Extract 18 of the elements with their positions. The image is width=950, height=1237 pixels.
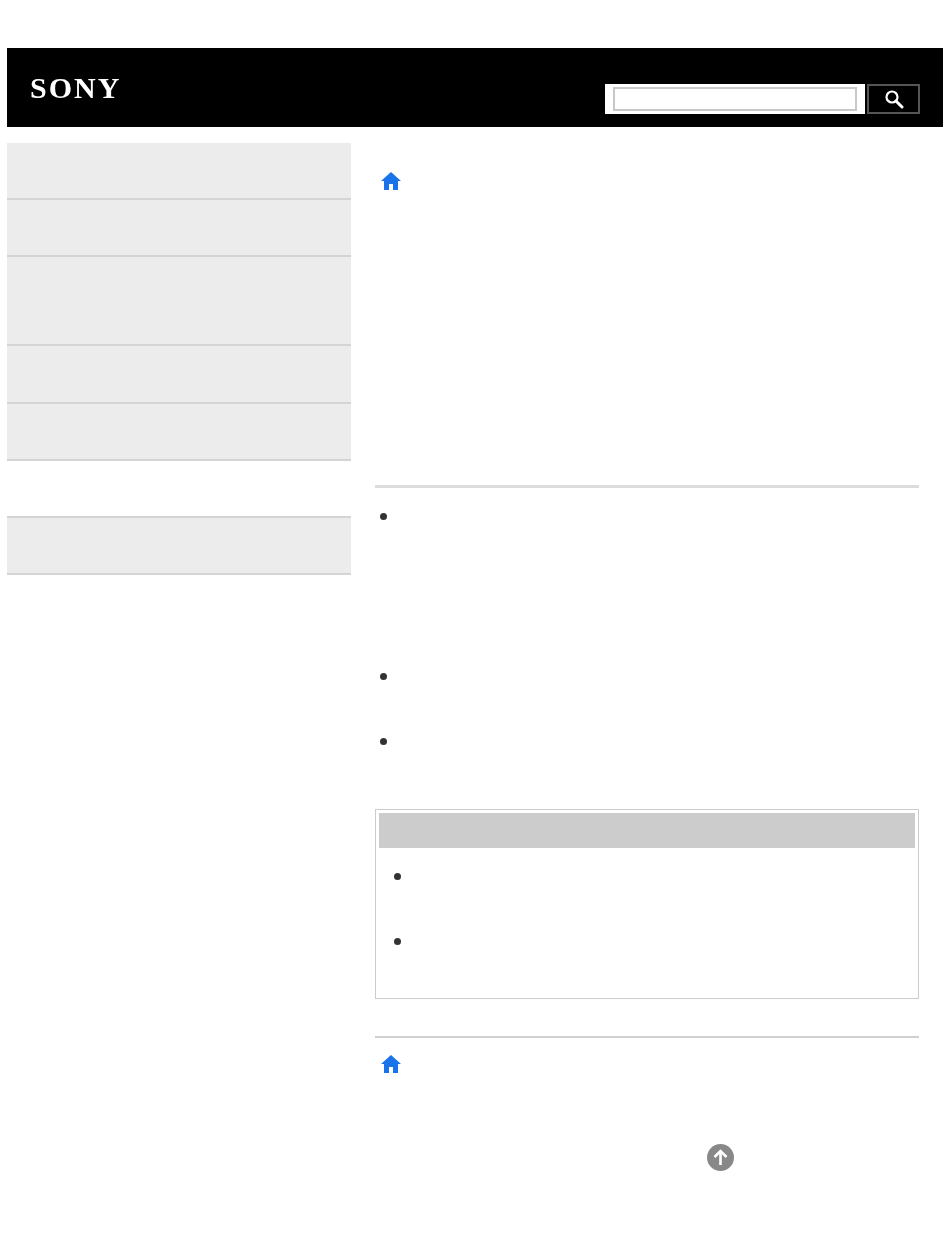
search-field[interactable] — [605, 83, 865, 114]
bullet-icon — [380, 738, 387, 745]
bullet-icon — [394, 938, 401, 945]
sidebar-item[interactable] — [7, 257, 351, 346]
home-icon[interactable] — [381, 171, 401, 191]
back-to-top-icon[interactable] — [707, 1144, 734, 1171]
home-icon[interactable] — [381, 1054, 401, 1074]
sidebar-item[interactable] — [7, 518, 351, 575]
logo[interactable]: SONY — [30, 72, 122, 103]
sidebar-item[interactable] — [7, 346, 351, 404]
search-icon — [883, 88, 904, 109]
bullet-icon — [380, 673, 387, 680]
sidebar-item[interactable] — [7, 404, 351, 461]
sidebar-item[interactable] — [7, 200, 351, 257]
bullet-icon — [380, 513, 387, 520]
search-button[interactable] — [867, 83, 920, 114]
bullet-icon — [394, 873, 401, 880]
sidebar-item[interactable] — [7, 143, 351, 200]
